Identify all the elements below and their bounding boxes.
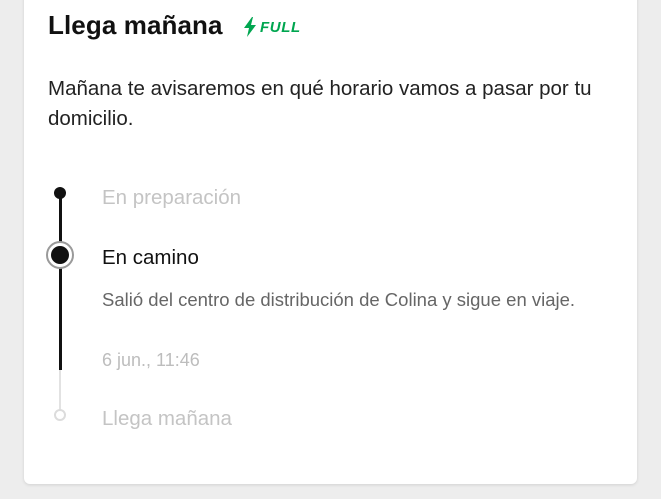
- delivery-description: Mañana te avisaremos en qué horario vamo…: [48, 77, 592, 130]
- step-label-in-transit: En camino: [102, 246, 199, 269]
- step-pending-marker: [54, 409, 66, 421]
- timeline-pending-line: [59, 370, 61, 410]
- timeline-progress-line: [58, 265, 62, 370]
- step-date-in-transit: 6 jun., 11:46: [102, 350, 200, 370]
- full-badge-label: FULL: [260, 18, 301, 36]
- step-label-arrives-tomorrow: Llega mañana: [102, 407, 232, 430]
- step-detail-in-transit: Salió del centro de distribución de Coli…: [102, 289, 576, 310]
- step-label-preparation: En preparación: [102, 186, 242, 209]
- step-current-marker: [46, 241, 74, 269]
- lightning-bolt-icon: [243, 17, 257, 37]
- step-completed-marker: [54, 187, 66, 199]
- delivery-title: Llega mañana: [48, 10, 223, 40]
- full-badge: FULL: [243, 17, 301, 37]
